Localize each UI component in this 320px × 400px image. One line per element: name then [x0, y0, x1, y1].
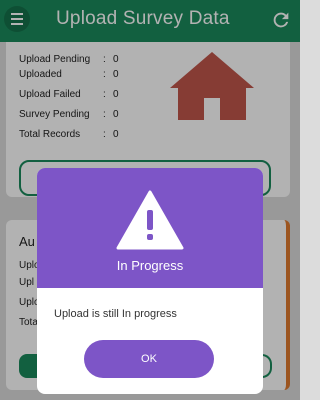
ok-button[interactable]: OK — [84, 340, 214, 378]
dialog-title: In Progress — [116, 258, 184, 273]
dialog-message: Upload is still In progress — [54, 308, 177, 320]
progress-dialog: In Progress Upload is still In progress … — [37, 168, 263, 394]
warning-icon — [116, 190, 184, 250]
dialog-header: In Progress — [37, 168, 263, 288]
